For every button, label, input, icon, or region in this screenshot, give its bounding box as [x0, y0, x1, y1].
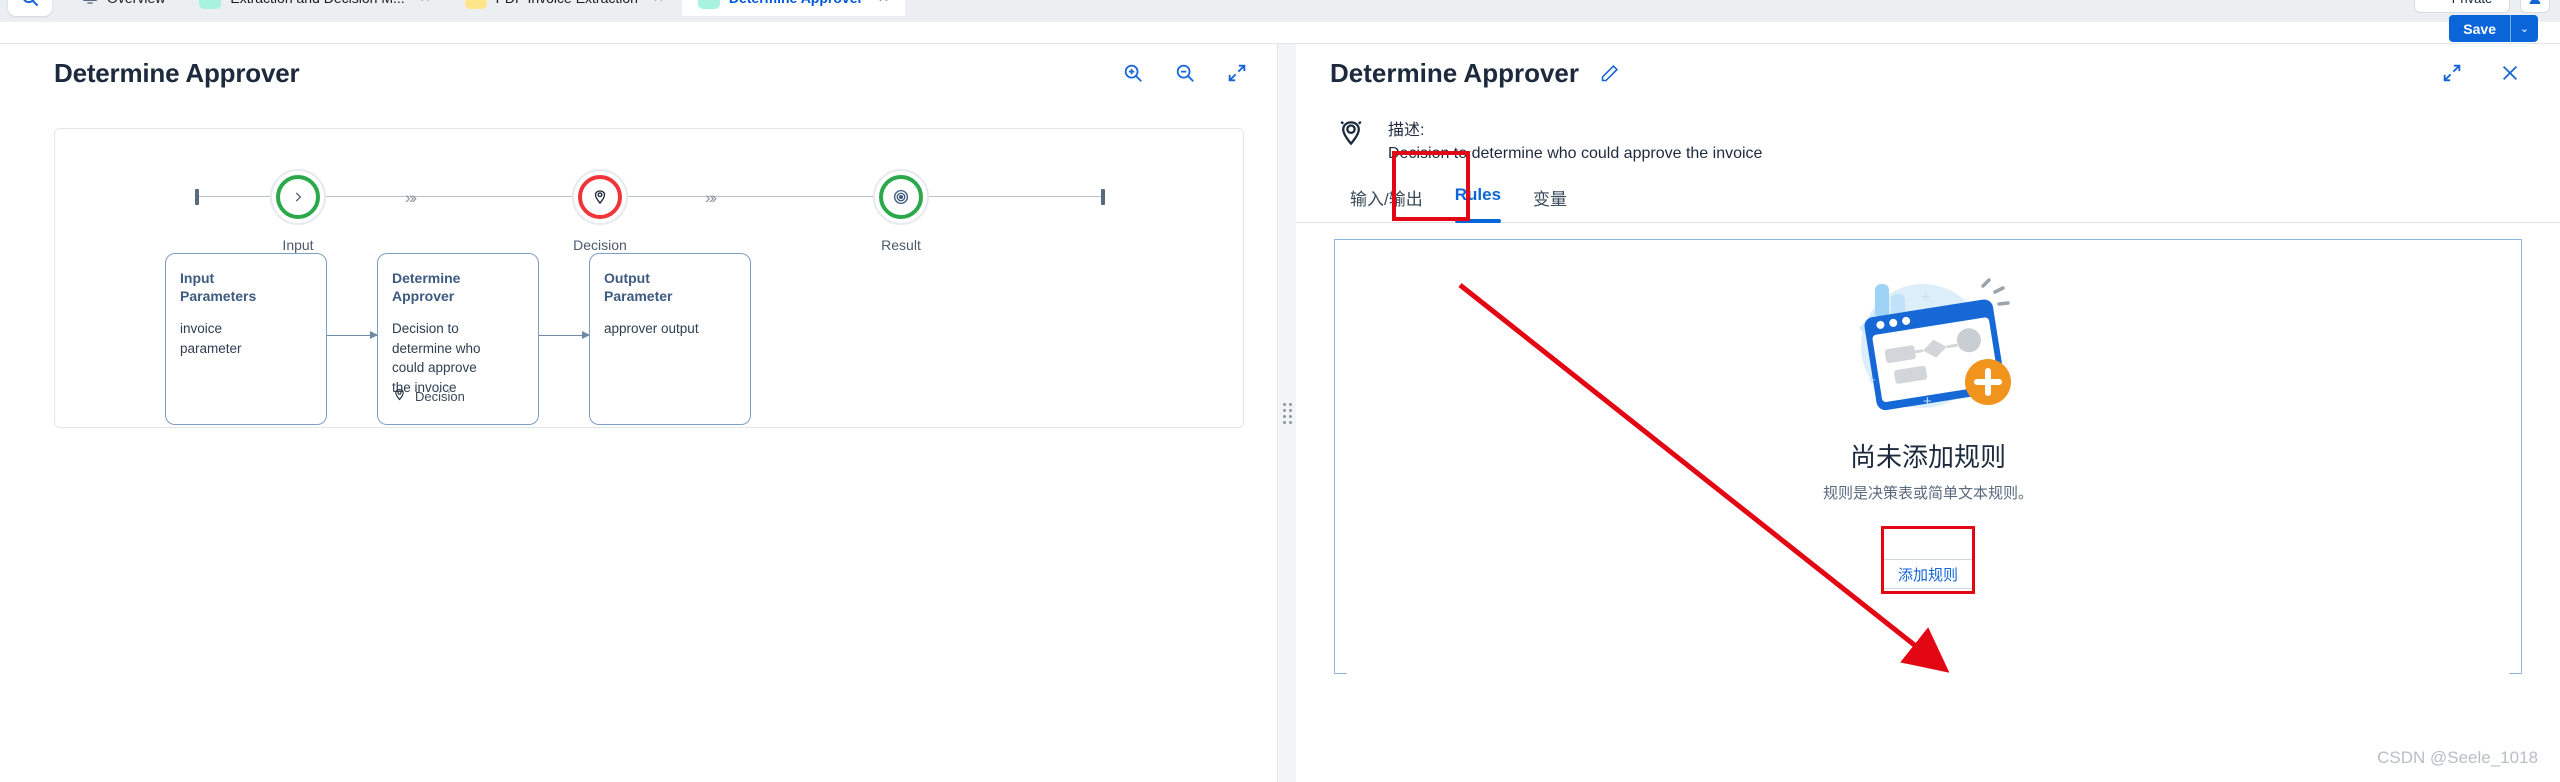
- split-layout: Determine Approver »› »› Input Decision …: [0, 44, 2560, 782]
- svg-text:+: +: [1921, 289, 1930, 306]
- search-icon[interactable]: [8, 0, 52, 16]
- decision-icon: [392, 387, 407, 408]
- card-title: Input Parameters: [180, 270, 257, 304]
- tab-label: Determine Approver: [729, 0, 863, 6]
- tab-variables[interactable]: 变量: [1517, 185, 1583, 222]
- node-cards: Input Parameters invoice parameter Determi…: [55, 253, 1243, 425]
- tab-pdf-invoice-extraction[interactable]: PDF Invoice Extraction ✕: [449, 0, 680, 16]
- timeline-end-cap: [1101, 189, 1105, 205]
- tab-label: Extraction and Decision M...: [230, 0, 404, 6]
- monitor-icon: [82, 0, 98, 8]
- decision-icon: [1334, 116, 1368, 150]
- description-block: 描述: Decision to determine who could appr…: [1296, 102, 2560, 163]
- timeline-label-input: Input: [282, 237, 314, 253]
- details-header-tools: [2440, 61, 2522, 85]
- workspace-chip-icon: [697, 0, 720, 9]
- card-title: Output Parameter: [604, 270, 673, 304]
- flow-chevrons-icon: »›: [405, 188, 417, 207]
- details-pane: Determine Approver 描述: Decision to deter…: [1296, 44, 2560, 782]
- details-tabs: 输入/输出 Rules 变量: [1296, 151, 2560, 223]
- tab-label: Overview: [107, 0, 165, 6]
- browser-tab-strip: Overview Extraction and Decision M... ✕ …: [0, 0, 2560, 22]
- card-determine-approver[interactable]: Determine Approver Decision to determine w…: [377, 253, 539, 425]
- chevron-down-icon[interactable]: ⌄: [2510, 15, 2538, 42]
- close-icon[interactable]: ✕: [653, 0, 664, 6]
- rules-empty-state: + + + 尚未添加规则 规则是决策表或简单文本规则。 添加规则: [1335, 258, 2521, 594]
- card-body: approver output: [604, 321, 699, 336]
- pane-resize-handle[interactable]: [1278, 44, 1296, 782]
- card-tag-label: Decision: [415, 389, 465, 405]
- svg-text:+: +: [1868, 372, 1876, 387]
- workspace-chip-icon: [199, 0, 222, 9]
- visibility-button[interactable]: Private: [2414, 0, 2510, 13]
- close-icon[interactable]: [2498, 61, 2522, 85]
- card-tag: Decision: [392, 387, 465, 408]
- tab-overview[interactable]: Overview: [66, 0, 181, 16]
- close-icon[interactable]: ✕: [420, 0, 431, 6]
- add-rule-highlight-annotation: [1880, 526, 1975, 594]
- connector-arrow: [327, 331, 378, 339]
- user-avatar-icon[interactable]: [2520, 0, 2550, 13]
- timeline-node-result[interactable]: [873, 169, 929, 225]
- fit-screen-icon[interactable]: [1225, 61, 1249, 85]
- timeline-label-result: Result: [881, 237, 921, 253]
- process-timeline: »› »› Input Decision Result: [55, 141, 1243, 253]
- card-title: Determine Approver: [392, 270, 461, 304]
- add-rule-illustration: + + +: [1813, 258, 2043, 433]
- timeline-start-cap: [195, 189, 199, 205]
- card-body: invoice parameter: [180, 321, 242, 356]
- page-title: Determine Approver: [54, 57, 300, 88]
- tab-determine-approver[interactable]: Determine Approver ✕: [681, 0, 905, 16]
- zoom-out-icon[interactable]: [1173, 61, 1197, 85]
- flow-chevrons-icon: »›: [705, 188, 717, 207]
- diagram-toolbar: [1121, 61, 1249, 85]
- tab-extraction-and-decision[interactable]: Extraction and Decision M... ✕: [183, 0, 446, 16]
- details-header: Determine Approver: [1296, 44, 2560, 102]
- workspace-chip-icon: [464, 0, 487, 9]
- rules-container: + + + 尚未添加规则 规则是决策表或简单文本规则。 添加规则: [1334, 239, 2522, 685]
- rules-tab-highlight-annotation: [1392, 151, 1470, 221]
- timeline-label-decision: Decision: [573, 237, 627, 253]
- expand-icon[interactable]: [2440, 61, 2464, 85]
- save-button-group[interactable]: Save ⌄: [2449, 15, 2538, 42]
- empty-state-title: 尚未添加规则: [1849, 442, 2006, 472]
- watermark: CSDN @Seele_1018: [2377, 748, 2538, 767]
- visibility-label: Private: [2452, 0, 2492, 6]
- action-bar: Save ⌄: [0, 15, 2560, 44]
- details-title: Determine Approver: [1330, 57, 1579, 88]
- save-button[interactable]: Save: [2449, 15, 2510, 42]
- card-input-parameters[interactable]: Input Parameters invoice parameter: [165, 253, 327, 425]
- connector-arrow: [539, 331, 590, 339]
- diagram-canvas: »› »› Input Decision Result Input Parame…: [54, 128, 1244, 428]
- lock-icon: [2432, 0, 2445, 6]
- svg-text:+: +: [1923, 393, 1932, 410]
- diagram-header: Determine Approver: [0, 44, 1277, 102]
- empty-state-subtitle: 规则是决策表或简单文本规则。: [1822, 485, 2033, 502]
- timeline-line: [195, 196, 1103, 197]
- close-icon[interactable]: ✕: [878, 0, 889, 6]
- tab-label: PDF Invoice Extraction: [496, 0, 638, 6]
- timeline-node-decision[interactable]: [572, 169, 628, 225]
- card-body: Decision to determine who could approve the…: [392, 321, 481, 395]
- pencil-icon[interactable]: [1599, 63, 1620, 84]
- description-label: 描述:: [1388, 122, 1425, 139]
- zoom-in-icon[interactable]: [1121, 61, 1145, 85]
- card-output-parameter[interactable]: Output Parameter approver output: [589, 253, 751, 425]
- diagram-pane: Determine Approver »› »› Input Decision …: [0, 44, 1278, 782]
- timeline-node-input[interactable]: [270, 169, 326, 225]
